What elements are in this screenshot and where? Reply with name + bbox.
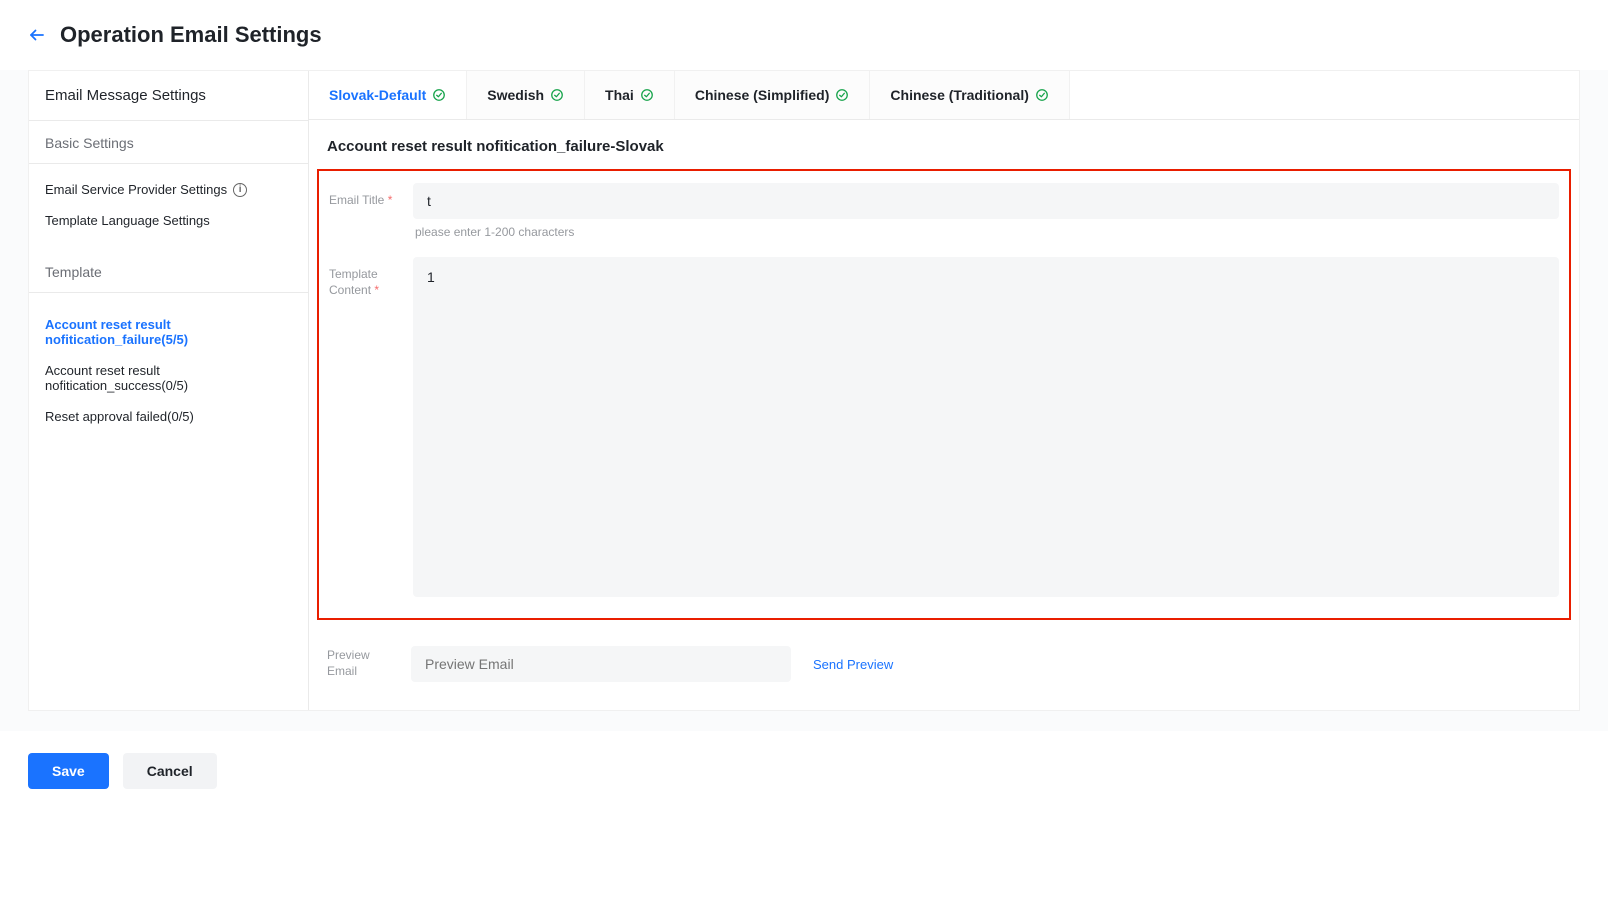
required-asterisk: *	[388, 193, 393, 207]
sidebar: Email Message Settings Basic Settings Em…	[29, 71, 309, 710]
label-email-title: Email Title *	[329, 183, 401, 209]
tab-thai-label: Thai	[605, 87, 634, 103]
tab-swedish-label: Swedish	[487, 87, 544, 103]
sidebar-link-language[interactable]: Template Language Settings	[45, 205, 292, 236]
info-icon: i	[233, 183, 247, 197]
tab-chinese-simplified[interactable]: Chinese (Simplified)	[675, 71, 871, 119]
footer-actions: Save Cancel	[0, 731, 1608, 811]
template-item-failure[interactable]: Account reset result nofitication_failur…	[45, 309, 292, 355]
content-wrapper: Email Message Settings Basic Settings Em…	[0, 70, 1608, 731]
send-preview-link[interactable]: Send Preview	[813, 657, 893, 672]
tab-swedish[interactable]: Swedish	[467, 71, 585, 119]
row-preview-email: Preview Email Send Preview	[309, 632, 1579, 710]
template-content-wrap	[413, 257, 1559, 600]
save-button[interactable]: Save	[28, 753, 109, 789]
check-circle-icon	[640, 88, 654, 102]
label-email-title-text: Email Title	[329, 193, 384, 207]
sidebar-title: Email Message Settings	[29, 71, 308, 121]
template-item-success[interactable]: Account reset result nofitication_succes…	[45, 355, 292, 401]
email-title-input[interactable]	[413, 183, 1559, 219]
email-title-hint: please enter 1-200 characters	[413, 219, 1559, 253]
tab-chinese-simplified-label: Chinese (Simplified)	[695, 87, 830, 103]
preview-email-input[interactable]	[411, 646, 791, 682]
sidebar-basic-links: Email Service Provider Settings i Templa…	[29, 164, 308, 250]
row-template-content: Template Content *	[329, 257, 1559, 600]
email-title-input-wrap: please enter 1-200 characters	[413, 183, 1559, 253]
main-panel: Slovak-Default Swedish Thai	[309, 71, 1579, 710]
check-circle-icon	[835, 88, 849, 102]
label-preview-email: Preview Email	[327, 648, 399, 679]
required-asterisk: *	[374, 283, 379, 297]
page-title: Operation Email Settings	[60, 22, 322, 48]
content-heading: Account reset result nofitication_failur…	[309, 120, 1579, 169]
sidebar-template-list: Account reset result nofitication_failur…	[29, 293, 308, 448]
sidebar-section-basic: Basic Settings	[29, 121, 308, 164]
tab-slovak[interactable]: Slovak-Default	[309, 71, 467, 119]
language-tabs: Slovak-Default Swedish Thai	[309, 71, 1579, 120]
check-circle-icon	[1035, 88, 1049, 102]
tab-chinese-traditional-label: Chinese (Traditional)	[890, 87, 1028, 103]
template-content-textarea[interactable]	[413, 257, 1559, 597]
sidebar-section-template: Template	[29, 250, 308, 293]
tab-thai[interactable]: Thai	[585, 71, 675, 119]
label-template-content: Template Content *	[329, 257, 401, 298]
template-item-reset-failed[interactable]: Reset approval failed(0/5)	[45, 401, 292, 432]
check-circle-icon	[432, 88, 446, 102]
page-header: Operation Email Settings	[0, 0, 1608, 70]
row-email-title: Email Title * please enter 1-200 charact…	[329, 183, 1559, 253]
sidebar-link-provider[interactable]: Email Service Provider Settings i	[45, 174, 292, 205]
form-highlight-box: Email Title * please enter 1-200 charact…	[317, 169, 1571, 620]
check-circle-icon	[550, 88, 564, 102]
tab-slovak-label: Slovak-Default	[329, 87, 426, 103]
content-card: Email Message Settings Basic Settings Em…	[28, 70, 1580, 711]
back-arrow-icon[interactable]	[28, 26, 46, 44]
sidebar-link-provider-label: Email Service Provider Settings	[45, 182, 227, 197]
label-template-content-text: Template Content	[329, 267, 378, 297]
cancel-button[interactable]: Cancel	[123, 753, 217, 789]
sidebar-link-language-label: Template Language Settings	[45, 213, 210, 228]
tab-chinese-traditional[interactable]: Chinese (Traditional)	[870, 71, 1069, 119]
